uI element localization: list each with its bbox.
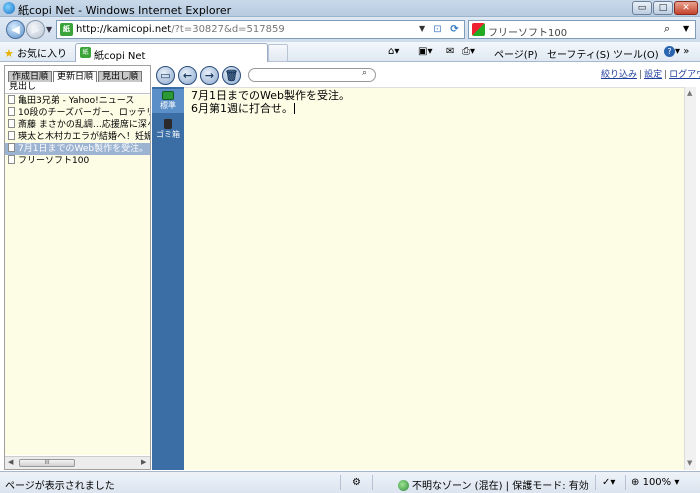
- text-caret: [294, 103, 295, 114]
- document-icon: [8, 119, 15, 128]
- address-dropdown-icon[interactable]: ▼: [419, 24, 425, 33]
- settings-link[interactable]: 設定: [644, 70, 662, 80]
- page-menu[interactable]: ページ(P): [494, 46, 538, 61]
- list-item[interactable]: 瑛太と木村カエラが結婚へ！妊娠5ヶ月: [5, 131, 150, 143]
- close-window-button[interactable]: ✕: [674, 1, 698, 15]
- forward-arrow-button[interactable]: →: [200, 66, 219, 85]
- search-input[interactable]: フリーソフト100 ⌕ ▼: [468, 20, 696, 39]
- safety-menu[interactable]: セーフティ(S): [547, 46, 610, 61]
- document-icon: [8, 107, 15, 116]
- status-text: ページが表示されました: [5, 481, 115, 492]
- recent-pages-dropdown-icon[interactable]: ▼: [46, 25, 52, 34]
- folder-icon: [162, 91, 174, 100]
- page-content: 作成日順 更新日順 見出し順 見出し 亀田3兄弟 - Yahoo!ニュース 10段の…: [0, 62, 700, 471]
- back-arrow-button[interactable]: ←: [178, 66, 197, 85]
- document-icon: [8, 155, 15, 164]
- tools-menu[interactable]: ツール(O): [613, 46, 659, 61]
- favorites-bar: ★ お気に入り 紙 紙copi Net ⌂▾ ▣▾ ✉ ⎙▾ ページ(P) セー…: [0, 42, 700, 62]
- maximize-button[interactable]: □: [653, 1, 673, 15]
- site-favicon-icon: 紙: [60, 23, 73, 36]
- zoom-control[interactable]: ⊕ 100% ▾: [631, 477, 679, 488]
- new-tab-button[interactable]: [268, 44, 288, 62]
- security-zone[interactable]: 不明なゾーン (混在) | 保護モード: 有効: [398, 477, 589, 492]
- compatibility-view-icon[interactable]: ⊡: [430, 22, 445, 37]
- status-divider: [372, 475, 373, 490]
- delete-button[interactable]: 🗑: [222, 66, 241, 85]
- status-bar: ページが表示されました ⚙ 不明なゾーン (混在) | 保護モード: 有効 ✓▾…: [0, 471, 700, 493]
- window-title-bar: 紙copi Net - Windows Internet Explorer ▭ …: [0, 0, 700, 17]
- list-item[interactable]: 亀田3兄弟 - Yahoo!ニュース: [5, 95, 150, 107]
- scroll-down-icon[interactable]: ▼: [687, 459, 692, 467]
- scroll-right-icon[interactable]: ▶: [141, 458, 146, 466]
- trusted-sites-icon[interactable]: ✓▾: [602, 477, 615, 488]
- address-input[interactable]: 紙 http://kamicopi.net/?t=30827&d=517859 …: [56, 20, 465, 39]
- list-horizontal-scrollbar[interactable]: ◀ III ▶: [5, 456, 150, 469]
- editor-toolbar: ▭ ← → 🗑 ⌕ 絞り込み|設定|ログアウト: [152, 65, 700, 87]
- trash-icon: 🗑: [224, 69, 239, 82]
- scroll-up-icon[interactable]: ▲: [687, 89, 692, 97]
- forward-button[interactable]: ▶: [26, 20, 45, 39]
- memo-search-input[interactable]: ⌕: [248, 68, 376, 82]
- list-item-selected[interactable]: 7月1日までのWeb製作を受注。: [5, 143, 150, 155]
- zoom-icon: ⊕: [631, 477, 640, 488]
- folder-standard[interactable]: 標準: [152, 89, 184, 113]
- back-button[interactable]: ◀: [6, 20, 25, 39]
- help-icon: ?: [664, 46, 675, 57]
- refresh-icon[interactable]: ⟳: [447, 22, 462, 37]
- new-document-icon: ▭: [160, 69, 171, 82]
- header-links: 絞り込み|設定|ログアウト: [601, 67, 700, 80]
- tab-title: 紙copi Net: [94, 51, 146, 62]
- url-text[interactable]: http://kamicopi.net/?t=30827&d=517859: [76, 24, 285, 35]
- list-item[interactable]: 斎藤 まさかの乱調…応援席に深々: [5, 119, 150, 131]
- status-divider: [625, 475, 626, 490]
- search-icon[interactable]: ⌕: [362, 68, 367, 78]
- browser-tab[interactable]: 紙 紙copi Net: [75, 43, 268, 62]
- print-icon[interactable]: ⎙▾: [462, 46, 475, 57]
- privacy-icon[interactable]: ⚙: [352, 477, 361, 488]
- sort-tabs: 作成日順 更新日順 見出し順: [8, 69, 143, 83]
- folder-sidebar: 標準 ゴミ箱: [152, 65, 184, 470]
- memo-list: 亀田3兄弟 - Yahoo!ニュース 10段のチーズバーガー、ロッテリアから 斎…: [5, 95, 150, 455]
- minimize-button[interactable]: ▭: [632, 1, 652, 15]
- status-divider: [340, 475, 341, 490]
- favorites-button[interactable]: ★ お気に入り: [4, 45, 67, 60]
- filter-link[interactable]: 絞り込み: [601, 70, 637, 80]
- memo-editor[interactable]: 7月1日までのWeb製作を受注。 6月第1週に打合せ。: [184, 87, 684, 470]
- scroll-left-icon[interactable]: ◀: [8, 458, 13, 466]
- document-icon: [8, 131, 15, 140]
- back-arrow-icon: ←: [182, 69, 193, 82]
- list-column-header[interactable]: 見出し: [5, 82, 150, 94]
- globe-icon: [398, 480, 409, 491]
- search-provider-text: フリーソフト100: [488, 28, 568, 39]
- ie-logo-icon: [3, 2, 15, 14]
- document-icon: [8, 95, 15, 104]
- feeds-icon[interactable]: ▣▾: [418, 46, 432, 57]
- editor-line[interactable]: 6月第1週に打合せ。: [184, 102, 684, 115]
- document-icon: [8, 143, 15, 152]
- address-bar-row: ◀ ▶ ▼ 紙 http://kamicopi.net/?t=30827&d=5…: [0, 17, 700, 42]
- list-item[interactable]: フリーソフト100: [5, 155, 150, 167]
- status-divider: [595, 475, 596, 490]
- search-icon[interactable]: ⌕: [664, 22, 670, 36]
- search-options-dropdown-icon[interactable]: ▼: [683, 24, 689, 33]
- editor-line[interactable]: 7月1日までのWeb製作を受注。: [184, 88, 684, 102]
- scrollbar-thumb[interactable]: III: [19, 459, 75, 467]
- new-document-button[interactable]: ▭: [156, 66, 175, 85]
- tab-favicon-icon: 紙: [80, 47, 91, 58]
- list-item[interactable]: 10段のチーズバーガー、ロッテリアから: [5, 107, 150, 119]
- help-menu[interactable]: ? ▾ »: [664, 46, 689, 57]
- home-icon[interactable]: ⌂▾: [388, 46, 399, 57]
- search-provider-icon: [472, 23, 485, 36]
- memo-list-panel: 作成日順 更新日順 見出し順 見出し 亀田3兄弟 - Yahoo!ニュース 10段の…: [4, 65, 151, 470]
- window-title: 紙copi Net - Windows Internet Explorer: [18, 4, 232, 17]
- forward-arrow-icon: →: [204, 69, 215, 82]
- trash-icon: [164, 119, 172, 129]
- star-icon: ★: [4, 47, 14, 60]
- logout-link[interactable]: ログアウト: [669, 70, 700, 80]
- editor-vertical-scrollbar[interactable]: ▲ ▼: [684, 87, 696, 470]
- folder-trash[interactable]: ゴミ箱: [152, 117, 184, 141]
- mail-icon[interactable]: ✉: [446, 46, 454, 57]
